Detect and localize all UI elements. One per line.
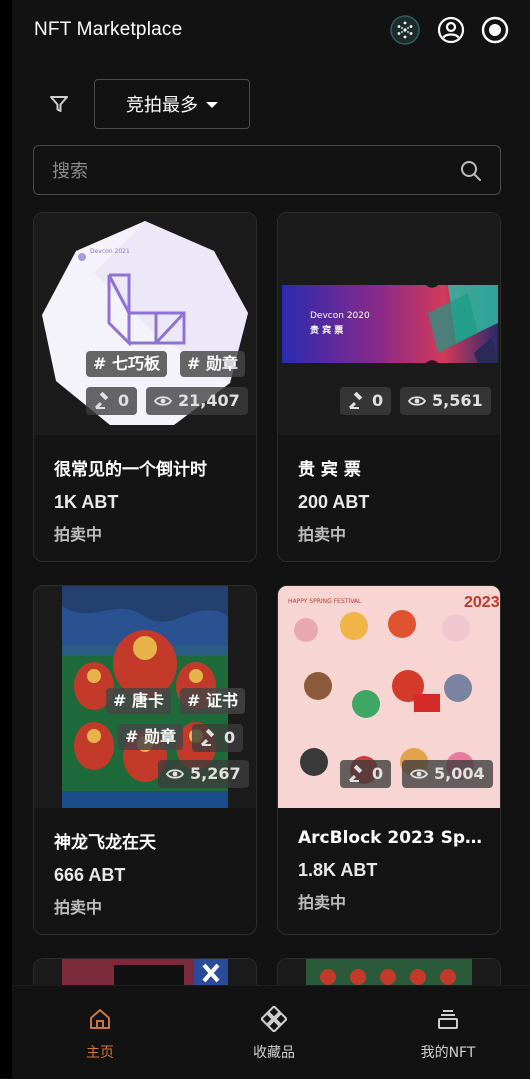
nft-name: ArcBlock 2023 Sprin... [298,828,490,848]
nft-name: 贵 宾 票 [298,460,361,480]
bid-count: 0 [192,724,244,752]
filter-icon [50,96,68,112]
nft-info: 很常见的一个倒计时 1K ABT 拍卖中 [54,455,246,545]
app-title: NFT Marketplace [34,19,183,40]
nft-card[interactable]: Devcon 2021 # 七巧板 # 勋章 0 21,407 很常见的一个倒计… [33,212,257,562]
nft-card[interactable]: Devcon 2020 贵 宾 票 0 5,561 贵 宾 票 200 ABT … [277,212,501,562]
nft-card-partial[interactable] [277,958,501,988]
home-icon [90,1009,110,1029]
nft-price: 200 ABT [298,492,370,512]
nav-home-label: 主页 [86,1045,114,1061]
chevron-down-icon [206,102,218,108]
nav-collection-label: 收藏品 [253,1045,295,1061]
bid-count-value: 0 [224,728,236,747]
account-icon[interactable] [436,15,466,45]
tag[interactable]: # 勋章 [180,351,245,377]
nav-my-nft[interactable]: 我的NFT [388,1006,508,1062]
sort-select[interactable]: 竞拍最多 [94,79,250,129]
view-count: 5,267 [158,760,249,788]
sort-selected-label: 竞拍最多 [126,95,198,116]
bid-count: 0 [340,387,392,415]
view-count-value: 5,267 [190,764,241,783]
nft-name: 很常见的一个倒计时 [54,460,207,480]
view-count-value: 5,004 [434,764,485,783]
view-count-value: 5,561 [432,391,483,410]
bid-count: 0 [340,760,392,788]
left-edge [0,0,12,1078]
tag[interactable]: # 勋章 [118,724,183,750]
nft-price: 1.8K ABT [298,860,378,880]
collection-icon [261,1006,287,1032]
search-box [33,145,501,196]
nft-status: 拍卖中 [298,893,347,912]
target-icon[interactable] [480,15,510,45]
gavel-icon [348,392,363,410]
nft-info: 贵 宾 票 200 ABT 拍卖中 [298,455,490,545]
search-icon[interactable] [460,160,482,182]
nft-card-partial[interactable] [33,958,257,988]
nft-card[interactable]: HAPPY SPRING FESTIVAL 2023 0 5,004 ArcBl… [277,585,501,935]
view-count: 21,407 [146,387,248,415]
view-count: 5,004 [402,760,493,788]
poster-caption: HAPPY SPRING FESTIVAL [288,598,362,605]
tag[interactable]: # 唐卡 [106,688,171,714]
nft-price: 666 ABT [54,865,126,885]
nav-my-nft-label: 我的NFT [420,1045,476,1061]
search-input[interactable] [50,146,444,196]
bid-count: 0 [86,387,138,415]
tag[interactable]: # 证书 [180,688,245,714]
nft-status: 拍卖中 [54,898,103,917]
nft-card[interactable]: # 唐卡 # 证书 # 勋章 0 5,267 神龙飞龙在天 666 ABT 拍卖… [33,585,257,935]
view-count: 5,561 [400,387,491,415]
bid-count-value: 0 [372,391,384,410]
filter-button[interactable] [45,90,73,118]
tag[interactable]: # 七巧板 [86,351,167,377]
eye-icon [154,396,172,406]
eye-icon [166,769,184,779]
gavel-icon [200,729,215,747]
ticket-event: Devcon 2020 [310,311,370,321]
poster-year: 2023 [464,594,500,611]
gavel-icon [348,765,363,783]
eye-icon [408,396,426,406]
nav-home[interactable]: 主页 [40,1006,160,1062]
ticket-title: 贵 宾 票 [310,326,344,336]
gavel-icon [94,392,109,410]
eye-icon [410,769,428,779]
nav-collection[interactable]: 收藏品 [214,1006,334,1062]
nft-price: 1K ABT [54,492,119,512]
svg-text:Devcon 2021: Devcon 2021 [90,248,130,255]
view-count-value: 21,407 [178,391,240,410]
top-bar: NFT Marketplace [12,0,530,62]
nft-status: 拍卖中 [54,525,103,544]
bottom-navigation: 主页 收藏品 我的NFT [12,985,530,1079]
nft-info: 神龙飞龙在天 666 ABT 拍卖中 [54,828,246,918]
layers-icon [438,1010,458,1029]
nft-name: 神龙飞龙在天 [54,833,156,853]
bid-count-value: 0 [118,391,130,410]
nft-status: 拍卖中 [298,525,347,544]
bid-count-value: 0 [372,764,384,783]
nft-info: ArcBlock 2023 Sprin... 1.8K ABT 拍卖中 [298,828,490,913]
apps-icon[interactable] [390,15,420,45]
